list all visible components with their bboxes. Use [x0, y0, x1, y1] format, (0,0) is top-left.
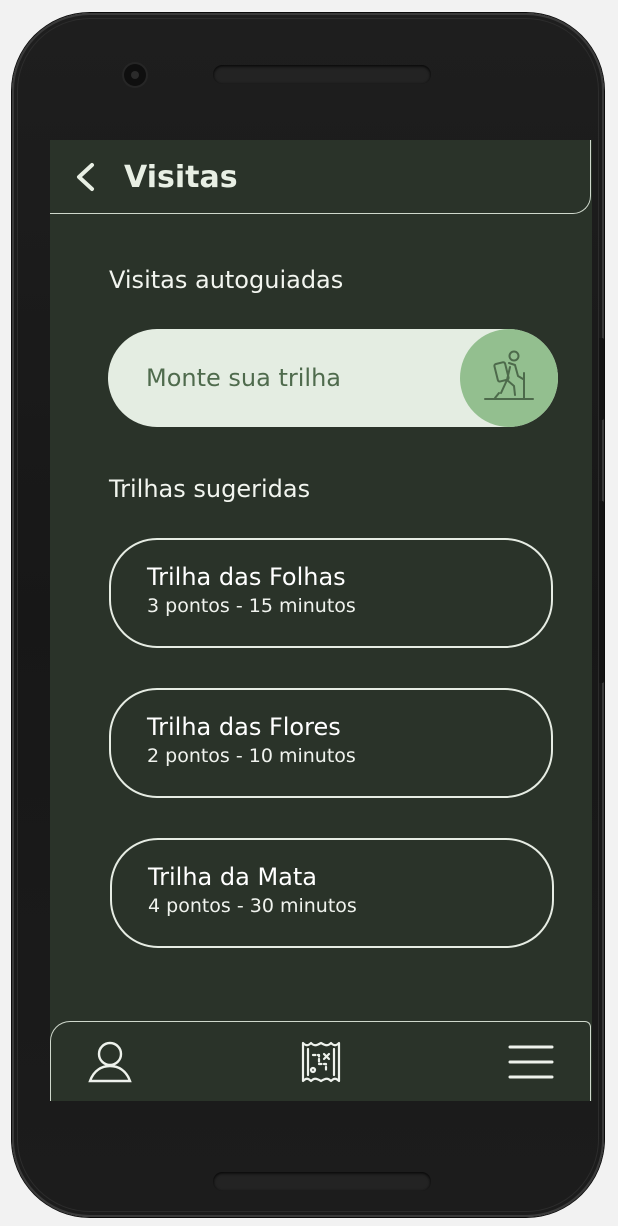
suggested-trails-section-title: Trilhas sugeridas: [109, 475, 311, 503]
trail-meta: 4 pontos - 30 minutos: [148, 895, 357, 917]
profile-nav-button[interactable]: [87, 1040, 133, 1084]
chevron-left-icon[interactable]: [74, 162, 98, 192]
power-button: [598, 501, 604, 683]
phone-frame: Visitas Visitas autoguiadas Monte sua tr…: [12, 13, 604, 1217]
trail-name: Trilha das Folhas: [147, 563, 346, 591]
hiker-icon-badge: [460, 329, 558, 427]
bottom-navigation: [50, 1021, 591, 1101]
top-speaker: [213, 65, 431, 84]
map-nav-button[interactable]: [298, 1040, 344, 1084]
self-guided-section-title: Visitas autoguiadas: [109, 266, 344, 294]
hiker-icon: [484, 350, 534, 400]
create-trail-button[interactable]: Monte sua trilha: [108, 329, 558, 427]
app-screen: Visitas Visitas autoguiadas Monte sua tr…: [50, 140, 592, 1101]
user-icon: [88, 1041, 132, 1083]
front-camera: [124, 64, 146, 86]
volume-button: [598, 338, 604, 420]
map-icon: [301, 1041, 341, 1083]
bottom-speaker: [213, 1172, 431, 1191]
menu-nav-button[interactable]: [507, 1040, 555, 1084]
trail-meta: 2 pontos - 10 minutos: [147, 745, 356, 767]
trail-card[interactable]: Trilha das Flores 2 pontos - 10 minutos: [109, 688, 553, 798]
trail-card[interactable]: Trilha das Folhas 3 pontos - 15 minutos: [109, 538, 553, 648]
trail-name: Trilha da Mata: [148, 863, 317, 891]
trail-card[interactable]: Trilha da Mata 4 pontos - 30 minutos: [110, 838, 554, 948]
trail-meta: 3 pontos - 15 minutos: [147, 595, 356, 617]
trail-name: Trilha das Flores: [147, 713, 341, 741]
page-title: Visitas: [124, 160, 238, 195]
create-trail-label: Monte sua trilha: [146, 364, 341, 392]
hamburger-menu-icon: [508, 1045, 554, 1079]
app-header: Visitas: [50, 140, 591, 214]
